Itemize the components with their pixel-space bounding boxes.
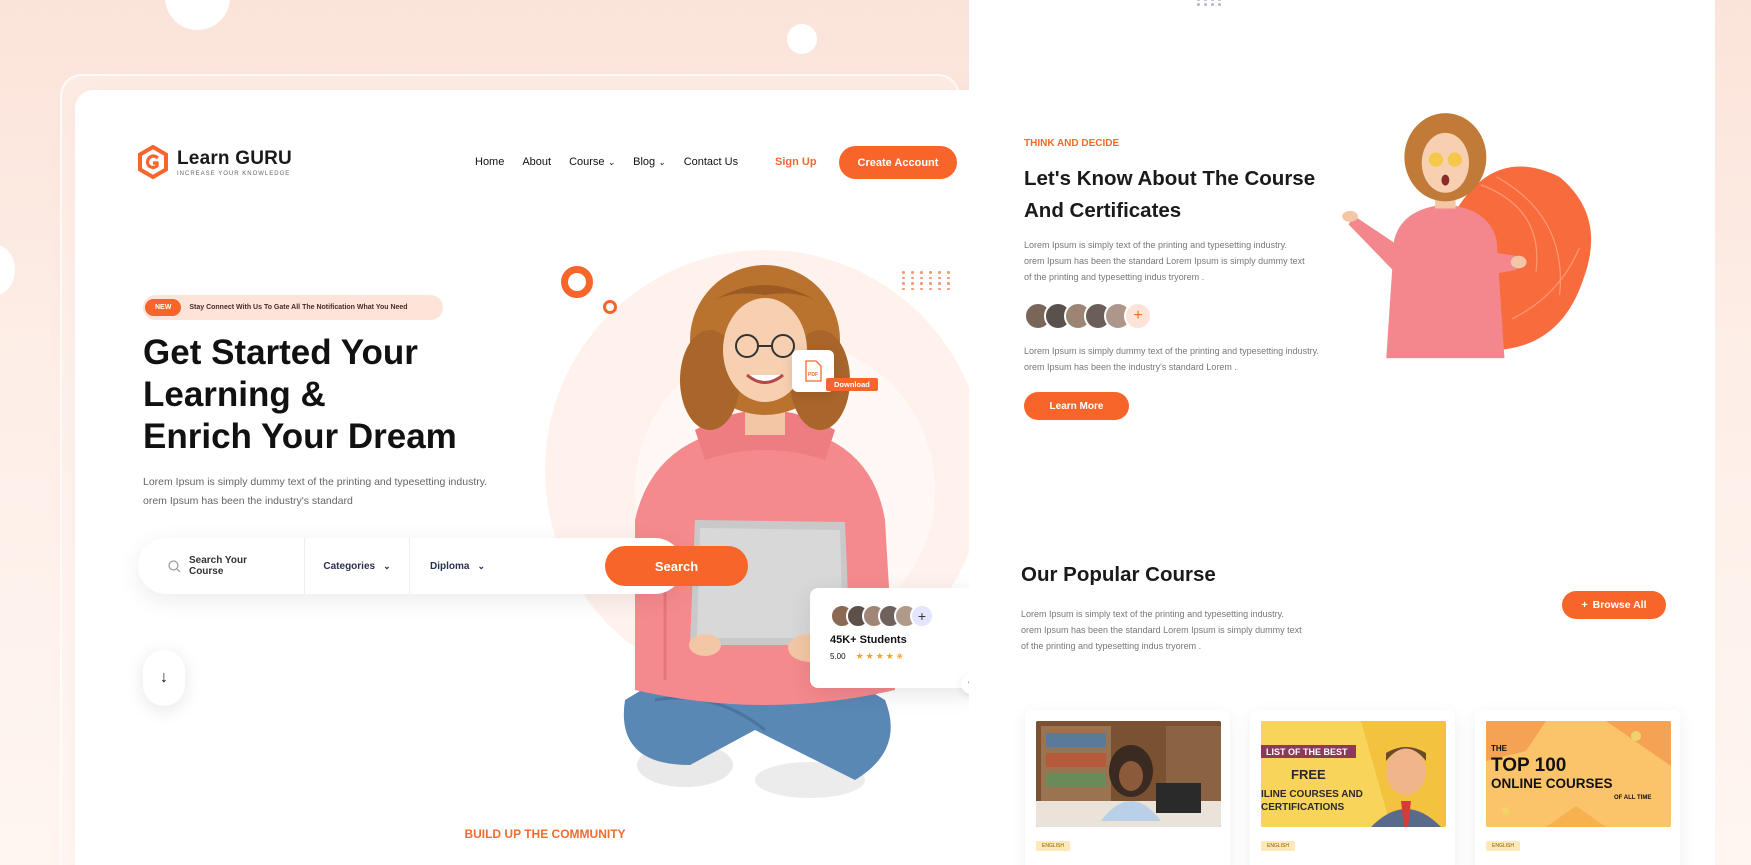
plus-icon: + <box>1581 599 1588 611</box>
svg-text:THE: THE <box>1491 744 1508 753</box>
svg-text:LIST OF THE BEST: LIST OF THE BEST <box>1266 747 1348 757</box>
course-tag: ENGLISH <box>1036 841 1070 851</box>
logo-tagline: INCREASE YOUR KNOWLEDGE <box>177 170 291 177</box>
logo[interactable]: Learn GURU INCREASE YOUR KNOWLEDGE <box>137 145 292 179</box>
logo-hexagon-icon <box>138 145 168 179</box>
search-button[interactable]: Search <box>605 546 748 586</box>
svg-text:ILINE COURSES AND: ILINE COURSES AND <box>1261 789 1363 800</box>
add-icon[interactable]: + <box>1124 302 1152 330</box>
section-eyebrow: THINK AND DECIDE <box>1024 138 1120 149</box>
popular-course-title: Our Popular Course <box>1021 563 1216 586</box>
pdf-icon: PDF <box>805 360 822 382</box>
rating-value: 5.00 <box>830 652 846 661</box>
chevron-down-icon: ⌄ <box>607 156 616 167</box>
svg-text:OF ALL TIME: OF ALL TIME <box>1614 795 1651 801</box>
course-tag: ENGLISH <box>1486 841 1520 851</box>
learner-avatars: + <box>1024 302 1152 330</box>
new-badge: NEW <box>145 299 182 316</box>
main-nav: Home About Course ⌄ Blog ⌄ Contact Us <box>475 156 738 168</box>
course-thumbnail: THE TOP 100 ONLINE COURSES OF ALL TIME <box>1486 721 1671 827</box>
svg-text:TOP 100: TOP 100 <box>1491 755 1566 776</box>
section-title: Let's Know About The Course And Certific… <box>1024 167 1316 222</box>
categories-dropdown[interactable]: Categories ⌄ <box>305 538 410 594</box>
chevron-down-icon: ⌄ <box>658 156 666 167</box>
logo-name: Learn GURU <box>177 147 292 169</box>
course-search-bar: Search Your Course Categories ⌄ Diploma ⌄ … <box>138 538 748 594</box>
course-card[interactable]: LIST OF THE BEST FREE ILINE COURSES AND … <box>1250 710 1455 865</box>
deco-ring <box>561 266 593 298</box>
diploma-dropdown[interactable]: Diploma ⌄ <box>410 538 510 594</box>
section-description-2: Lorem Ipsum is simply dummy text of the … <box>1024 346 1319 372</box>
create-account-button[interactable]: Create Account <box>839 146 957 179</box>
svg-text:ONLINE COURSES: ONLINE COURSES <box>1491 776 1613 791</box>
community-eyebrow: BUILD UP THE COMMUNITY <box>464 827 626 841</box>
search-input[interactable]: Search Your Course <box>189 555 284 577</box>
add-icon[interactable]: + <box>910 604 934 628</box>
dot-grid <box>1197 0 1223 6</box>
course-page-preview: THINK AND DECIDE Let's Know About The Co… <box>969 0 1715 865</box>
svg-text:PDF: PDF <box>808 372 818 378</box>
svg-text:FREE: FREE <box>1291 767 1326 782</box>
bg-deco-circle <box>165 0 230 30</box>
nav-home[interactable]: Home <box>475 156 504 168</box>
download-tag[interactable]: Download <box>826 378 878 391</box>
chevron-down-icon: ⌄ <box>383 560 391 571</box>
course-tag: ENGLISH <box>1261 841 1295 851</box>
svg-text:CERTIFICATIONS: CERTIFICATIONS <box>1261 802 1344 813</box>
arrow-down-icon: ↓ <box>160 669 168 686</box>
students-count: 45K+ Students <box>830 634 907 646</box>
course-card[interactable]: ENGLISH <box>1025 710 1230 865</box>
course-thumbnail <box>1036 721 1221 827</box>
chevron-down-icon: ⌄ <box>477 560 485 571</box>
course-card[interactable]: THE TOP 100 ONLINE COURSES OF ALL TIME E… <box>1475 710 1680 865</box>
student-avatars: + <box>830 604 960 628</box>
bg-deco-circle <box>787 24 817 54</box>
pointing-girl-illustration <box>1342 113 1592 359</box>
notification-pill: NEW Stay Connect With Us To Gate All The… <box>143 295 443 320</box>
pill-text: Stay Connect With Us To Gate All The Not… <box>189 304 408 311</box>
students-card: + 45K+ Students 5.00 ★★★★✬ <box>810 588 980 688</box>
browse-all-button[interactable]: + Browse All <box>1562 591 1666 619</box>
hero-title: Get Started Your Learning & Enrich Your … <box>143 333 457 456</box>
nav-blog[interactable]: Blog ⌄ <box>633 156 666 168</box>
sign-up-link[interactable]: Sign Up <box>775 156 817 168</box>
hero-description: Lorem Ipsum is simply dummy text of the … <box>143 476 488 507</box>
scroll-down-button[interactable]: ↓ <box>143 650 185 706</box>
section-description: Lorem Ipsum is simply text of the printi… <box>1024 240 1305 282</box>
learn-more-button[interactable]: Learn More <box>1024 392 1129 420</box>
nav-course[interactable]: Course ⌄ <box>569 156 615 168</box>
landing-page-preview: Learn GURU INCREASE YOUR KNOWLEDGE Home … <box>75 90 1015 865</box>
popular-course-description: Lorem Ipsum is simply text of the printi… <box>1021 609 1302 651</box>
search-icon <box>168 559 181 572</box>
bg-deco-circle <box>0 245 15 295</box>
nav-contact[interactable]: Contact Us <box>684 156 738 168</box>
search-field[interactable]: Search Your Course <box>138 538 305 594</box>
nav-about[interactable]: About <box>522 156 551 168</box>
rating-stars: ★★★★✬ <box>855 651 906 661</box>
course-thumbnail: LIST OF THE BEST FREE ILINE COURSES AND … <box>1261 721 1446 827</box>
student-illustration <box>623 265 895 798</box>
